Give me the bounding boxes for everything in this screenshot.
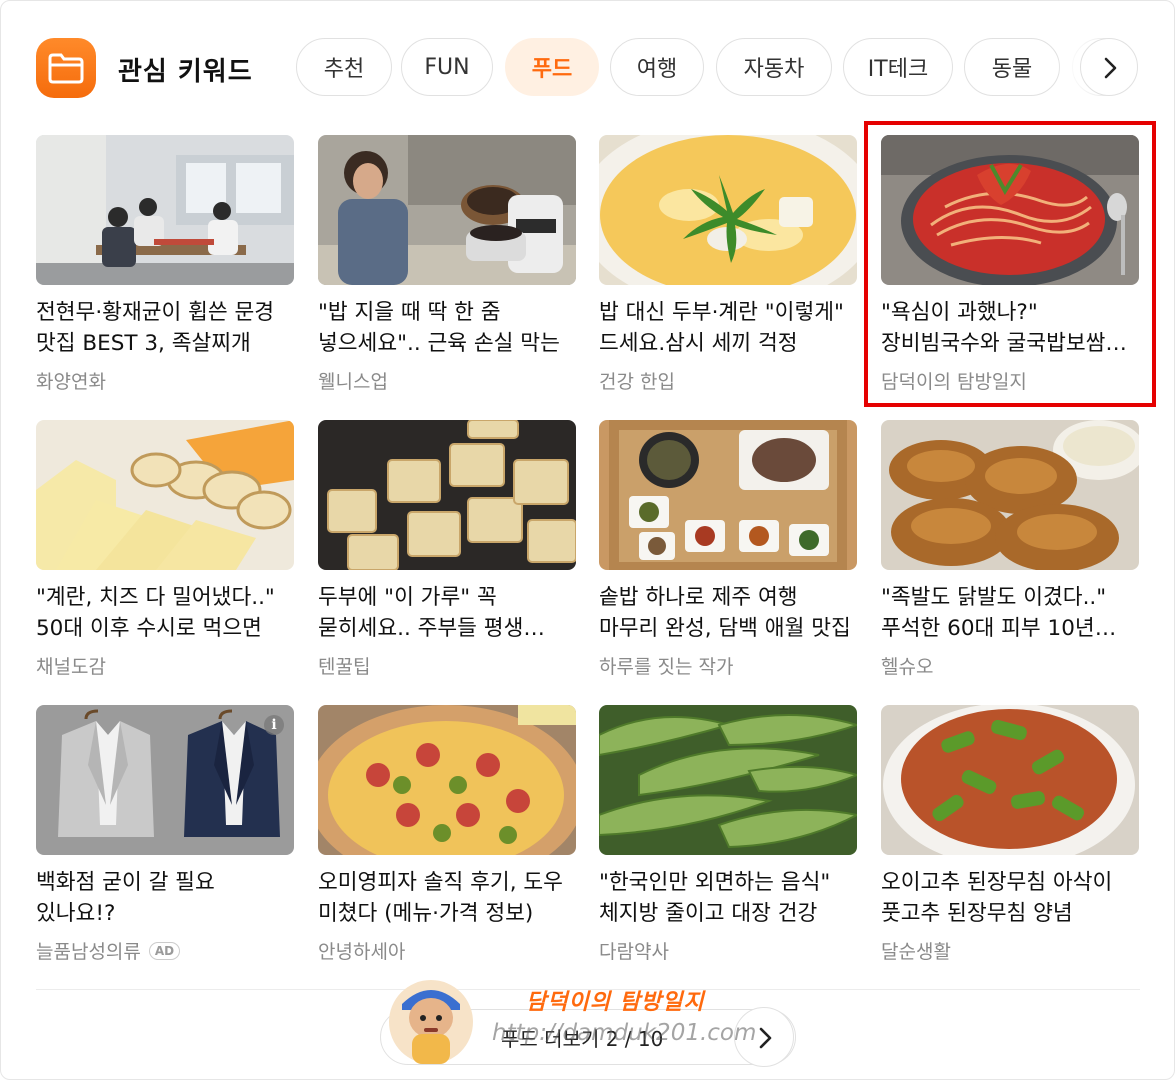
card-source: 하루를 짓는 작가	[599, 656, 734, 678]
card-source: 다람약사	[599, 941, 669, 963]
card-source: 채널도감	[36, 656, 106, 678]
tab-it-tech[interactable]: IT테크	[843, 38, 953, 96]
card-thumbnail[interactable]: i	[36, 705, 294, 855]
card-source: 건강 한입	[599, 371, 675, 393]
tab-travel[interactable]: 여행	[610, 38, 704, 96]
news-card[interactable]: 오이고추 된장무침 아삭이 풋고추 된장무침 양념 달순생활	[881, 705, 1139, 967]
ad-badge: AD	[148, 942, 181, 960]
card-title[interactable]: 두부에 "이 가루" 꼭 묻히세요.. 주부들 평생 몰랐던	[318, 582, 576, 644]
tab-food[interactable]: 푸드	[505, 38, 599, 96]
tab-recommend[interactable]: 추천	[296, 38, 392, 96]
news-card[interactable]: 솥밥 하나로 제주 여행 마무리 완성, 담백 애월 맛집 하루를 짓는 작가	[599, 420, 857, 682]
card-source: 텐꿀팁	[318, 656, 371, 678]
tab-car[interactable]: 자동차	[716, 38, 832, 96]
card-source-name: 늘품남성의류	[36, 941, 141, 963]
card-title[interactable]: 솥밥 하나로 제주 여행 마무리 완성, 담백 애월 맛집	[599, 582, 857, 644]
tab-fun[interactable]: FUN	[401, 38, 493, 96]
highlight-box	[864, 121, 1156, 407]
news-card[interactable]: 전현무·황재균이 휩쓴 문경 맛집 BEST 3, 족살찌개 화양연화	[36, 135, 294, 397]
card-title[interactable]: 오이고추 된장무침 아삭이 풋고추 된장무침 양념	[881, 867, 1139, 929]
card-title[interactable]: "한국인만 외면하는 음식" 체지방 줄이고 대장 건강	[599, 867, 857, 929]
news-card[interactable]: 두부에 "이 가루" 꼭 묻히세요.. 주부들 평생 몰랐던 텐꿀팁	[318, 420, 576, 682]
tabs-next-button[interactable]	[1080, 38, 1138, 96]
card-title[interactable]: 전현무·황재균이 휩쓴 문경 맛집 BEST 3, 족살찌개	[36, 297, 294, 359]
card-title[interactable]: "족발도 닭발도 이겼다.." 푸석한 60대 피부 10년 젊게	[881, 582, 1139, 644]
card-source: 헬슈오	[881, 656, 934, 678]
news-card[interactable]: 밥 대신 두부·계란 "이렇게" 드세요.삼시 세끼 걱정 건강 한입	[599, 135, 857, 397]
news-card[interactable]: "계란, 치즈 다 밀어냈다.." 50대 이후 수시로 먹으면 채널도감	[36, 420, 294, 682]
card-title[interactable]: 오미영피자 솔직 후기, 도우 미쳤다 (메뉴·가격 정보)	[318, 867, 576, 929]
card-thumbnail[interactable]	[36, 135, 294, 285]
card-title[interactable]: "밥 지을 때 딱 한 줌 넣으세요".. 근육 손실 막는	[318, 297, 576, 359]
card-title[interactable]: 밥 대신 두부·계란 "이렇게" 드세요.삼시 세끼 걱정	[599, 297, 857, 359]
card-title[interactable]: "계란, 치즈 다 밀어냈다.." 50대 이후 수시로 먹으면	[36, 582, 294, 644]
card-thumbnail[interactable]	[318, 135, 576, 285]
watermark-name: 담덕이의 탐방일지	[526, 990, 705, 1015]
chevron-right-icon	[1104, 57, 1117, 79]
card-thumbnail[interactable]	[599, 420, 857, 570]
info-icon[interactable]: i	[264, 715, 284, 735]
card-thumbnail[interactable]	[318, 705, 576, 855]
card-source: 안녕하세아	[318, 941, 406, 963]
card-thumbnail[interactable]	[599, 705, 857, 855]
card-thumbnail[interactable]	[881, 705, 1139, 855]
keyword-header: 관심 키워드 추천 FUN 푸드 여행 자동차 IT테크 동물	[36, 38, 1140, 98]
card-title[interactable]: 백화점 굳이 갈 필요 있나요!?	[36, 867, 294, 929]
page-title: 관심 키워드	[118, 57, 253, 87]
tab-animal[interactable]: 동물	[964, 38, 1060, 96]
card-thumbnail[interactable]	[318, 420, 576, 570]
card-source: 달순생활	[881, 941, 951, 963]
news-card[interactable]: 오미영피자 솔직 후기, 도우 미쳤다 (메뉴·가격 정보) 안녕하세아	[318, 705, 576, 967]
watermark-avatar-icon	[388, 970, 474, 1066]
card-source: 웰니스업	[318, 371, 388, 393]
card-thumbnail[interactable]	[881, 420, 1139, 570]
card-source: 화양연화	[36, 371, 106, 393]
folder-icon	[36, 38, 96, 98]
chevron-right-icon	[759, 1027, 772, 1049]
news-card[interactable]: "족발도 닭발도 이겼다.." 푸석한 60대 피부 10년 젊게 헬슈오	[881, 420, 1139, 682]
card-thumbnail[interactable]	[599, 135, 857, 285]
news-card[interactable]: "밥 지을 때 딱 한 줌 넣으세요".. 근육 손실 막는 웰니스업	[318, 135, 576, 397]
card-source: 늘품남성의류 AD	[36, 937, 181, 964]
ad-card[interactable]: i 백화점 굳이 갈 필요 있나요!? 늘품남성의류 AD	[36, 705, 294, 967]
watermark-url: http://damduk201.com	[492, 1020, 757, 1046]
news-card[interactable]: "한국인만 외면하는 음식" 체지방 줄이고 대장 건강 다람약사	[599, 705, 857, 967]
card-thumbnail[interactable]	[36, 420, 294, 570]
